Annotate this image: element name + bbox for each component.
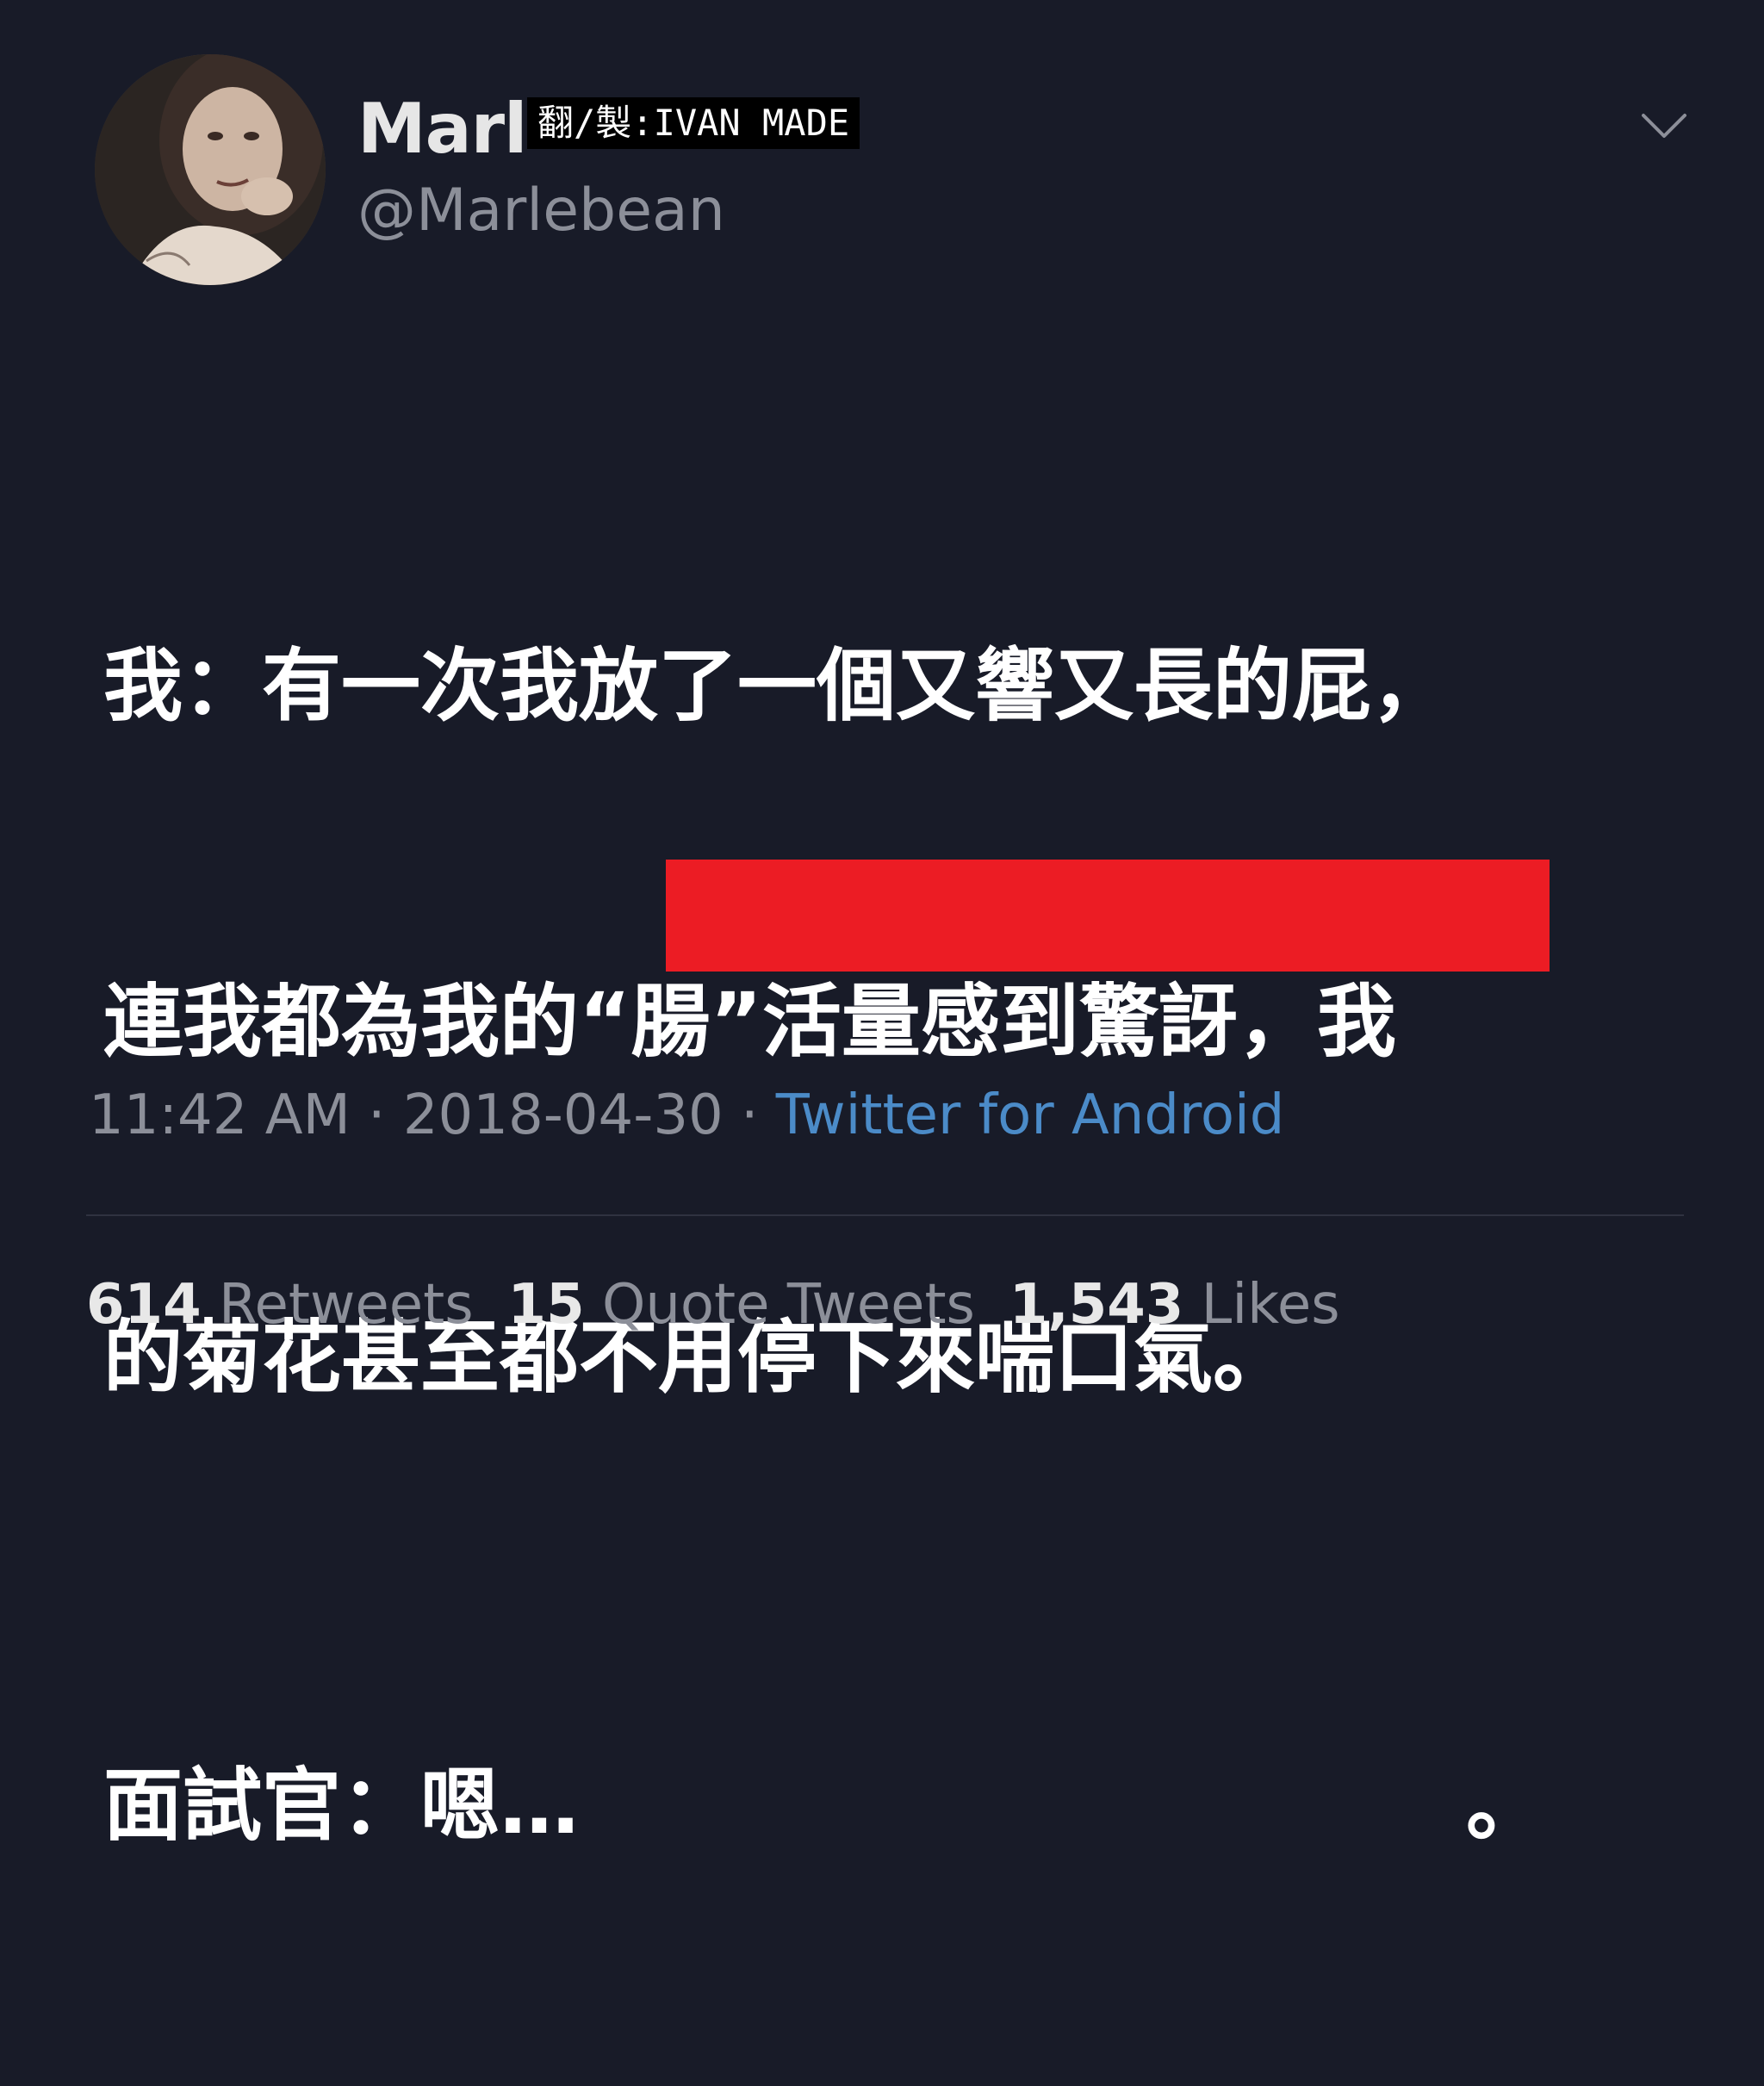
likes-stat[interactable]: 1,543 Likes	[1009, 1273, 1340, 1337]
quote-tweets-count: 15	[507, 1273, 585, 1337]
quote-tweets-stat[interactable]: 15 Quote Tweets	[508, 1273, 975, 1337]
chevron-down-icon[interactable]	[1638, 103, 1690, 146]
retweets-stat[interactable]: 614 Retweets	[86, 1273, 474, 1337]
avatar[interactable]	[95, 54, 326, 285]
user-handle[interactable]: @Marlebean	[357, 177, 725, 245]
redaction-block	[666, 860, 1550, 972]
retweets-count: 614	[86, 1273, 202, 1337]
tweet-reply-line: 面試官：嗯… 。	[103, 1750, 1723, 1862]
tweet-reply-end: 。	[1466, 1760, 1546, 1852]
tweet-line-2: 連我都為我的“腸”活量感到驚訝，我	[103, 976, 1396, 1068]
quote-tweets-label: Quote Tweets	[601, 1273, 975, 1337]
watermark-label: 翻/製:IVAN MADE	[527, 97, 860, 149]
tweet-stats: 614 Retweets 15 Quote Tweets 1,543 Likes	[86, 1266, 1340, 1344]
likes-label: Likes	[1201, 1273, 1340, 1337]
tweet-date[interactable]: 2018-04-30	[403, 1083, 724, 1147]
tweet-text: 我：有一次我放了一個又響又長的屁， 連我都為我的“腸”活量感到驚訝，我 的菊花甚…	[103, 407, 1723, 2086]
likes-count: 1,543	[1009, 1273, 1184, 1337]
tweet-card: Marl 翻/製:IVAN MADE @Marlebean 我：有一次我放了一個…	[0, 0, 1764, 1852]
tweet-reply-text: 面試官：嗯…	[103, 1760, 580, 1852]
tweet-meta: 11:42 AM · 2018-04-30 · Twitter for Andr…	[89, 1077, 1284, 1154]
retweets-label: Retweets	[218, 1273, 474, 1337]
tweet-time[interactable]: 11:42 AM	[89, 1083, 351, 1147]
meta-separator: ·	[723, 1083, 776, 1147]
display-name[interactable]: Marl	[357, 90, 527, 168]
divider	[86, 1214, 1684, 1216]
tweet-line-1: 我：有一次我放了一個又響又長的屁，	[103, 640, 1451, 732]
profile-photo-icon	[95, 54, 326, 285]
meta-separator: ·	[350, 1083, 403, 1147]
tweet-source-link[interactable]: Twitter for Android	[776, 1083, 1285, 1147]
